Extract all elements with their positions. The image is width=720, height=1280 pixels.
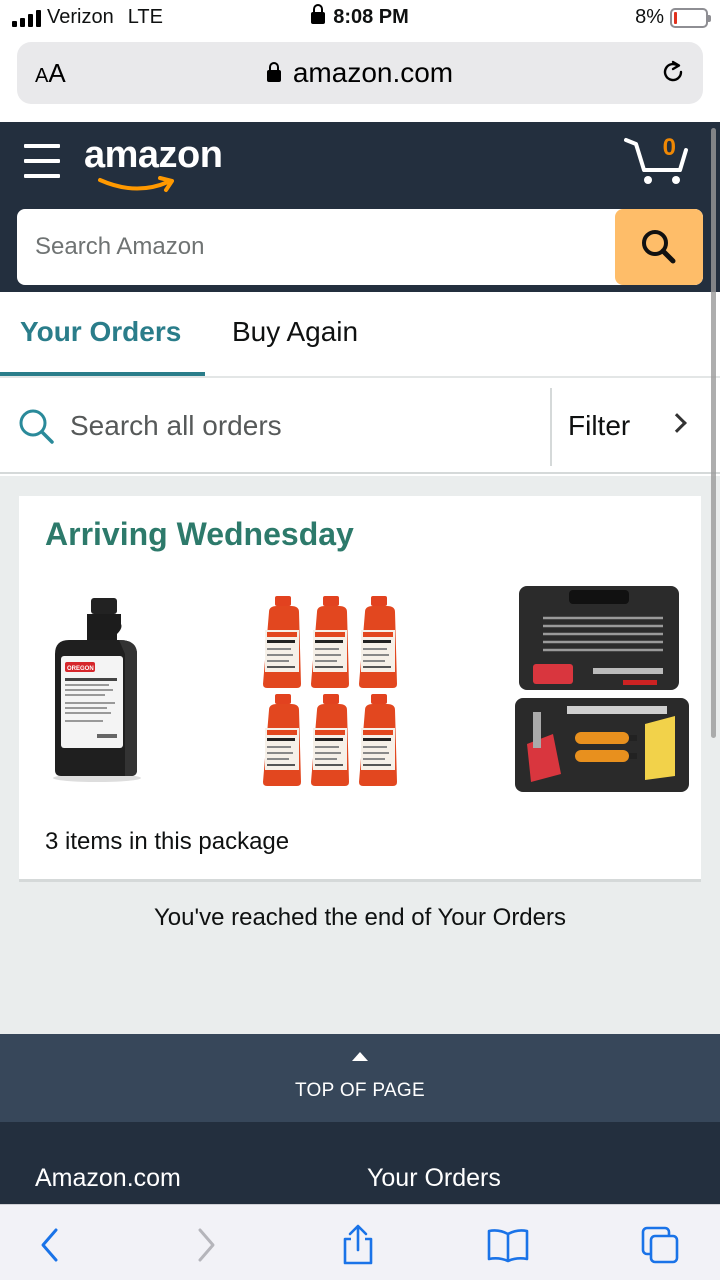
footer-link-your-orders[interactable]: Your Orders xyxy=(367,1164,501,1193)
scrollbar[interactable] xyxy=(711,128,716,738)
lock-icon xyxy=(266,62,281,82)
order-card[interactable]: Arriving Wednesday OREGON 3 items in thi… xyxy=(19,496,701,882)
amazon-smile-icon xyxy=(98,176,174,192)
back-button[interactable] xyxy=(28,1223,72,1267)
reload-icon[interactable] xyxy=(659,58,687,86)
filter-button[interactable]: Filter xyxy=(552,378,720,474)
tabs-icon xyxy=(641,1226,679,1264)
address-bar[interactable]: AA amazon.com xyxy=(17,42,703,104)
status-bar: Verizon LTE 8:08 PM 8% xyxy=(0,0,720,38)
footer-links: Amazon.com Your Orders xyxy=(0,1122,720,1204)
top-of-page-button[interactable]: TOP OF PAGE xyxy=(0,1034,720,1122)
end-of-orders-message: You've reached the end of Your Orders xyxy=(154,904,566,931)
share-icon xyxy=(343,1224,373,1265)
bookmarks-button[interactable] xyxy=(486,1223,530,1267)
amazon-header: amazon 0 xyxy=(0,122,720,292)
tab-your-orders[interactable]: Your Orders xyxy=(20,316,181,348)
search-bar xyxy=(17,209,703,285)
product-image-sharpening-kit[interactable] xyxy=(513,584,693,794)
oregon-brand-label: OREGON xyxy=(67,666,94,672)
footer-link-amazon[interactable]: Amazon.com xyxy=(35,1164,181,1193)
caret-up-icon xyxy=(352,1052,368,1061)
time-text: 8:08 PM xyxy=(333,6,409,28)
back-icon xyxy=(41,1228,58,1262)
clock: 8:08 PM xyxy=(0,4,720,29)
active-tab-indicator xyxy=(0,372,205,376)
cart-icon[interactable] xyxy=(624,134,690,186)
tabs-button[interactable] xyxy=(638,1223,682,1267)
search-icon xyxy=(642,230,676,264)
search-button[interactable] xyxy=(615,209,703,285)
chevron-right-icon xyxy=(667,413,687,433)
url-text: amazon.com xyxy=(292,57,454,88)
cart-count: 0 xyxy=(662,134,676,161)
order-search-input[interactable] xyxy=(70,396,540,456)
product-image-oregon-oil[interactable]: OREGON xyxy=(47,594,147,784)
tab-buy-again[interactable]: Buy Again xyxy=(232,316,358,348)
battery-icon xyxy=(670,7,711,28)
order-search-bar: Filter xyxy=(0,378,720,474)
search-input[interactable] xyxy=(17,209,617,285)
bookmarks-icon xyxy=(487,1229,529,1263)
top-of-page-label: TOP OF PAGE xyxy=(294,1080,425,1101)
orientation-lock-icon xyxy=(311,4,326,24)
product-image-stihl-oil-pack[interactable] xyxy=(259,592,409,792)
menu-icon[interactable] xyxy=(24,144,60,178)
url-display[interactable]: amazon.com xyxy=(17,57,703,89)
battery-percent: 8% xyxy=(635,6,664,28)
battery-info: 8% xyxy=(635,6,711,29)
share-button[interactable] xyxy=(336,1223,380,1267)
delivery-status: Arriving Wednesday xyxy=(45,516,354,552)
amazon-logo[interactable]: amazon xyxy=(84,134,223,177)
forward-button[interactable] xyxy=(184,1223,228,1267)
browser-toolbar xyxy=(0,1204,720,1280)
search-icon xyxy=(19,409,54,444)
filter-label: Filter xyxy=(568,410,631,441)
forward-icon xyxy=(198,1228,215,1262)
order-tabs: Your Orders Buy Again xyxy=(0,292,720,378)
items-count: 3 items in this package xyxy=(45,828,290,855)
